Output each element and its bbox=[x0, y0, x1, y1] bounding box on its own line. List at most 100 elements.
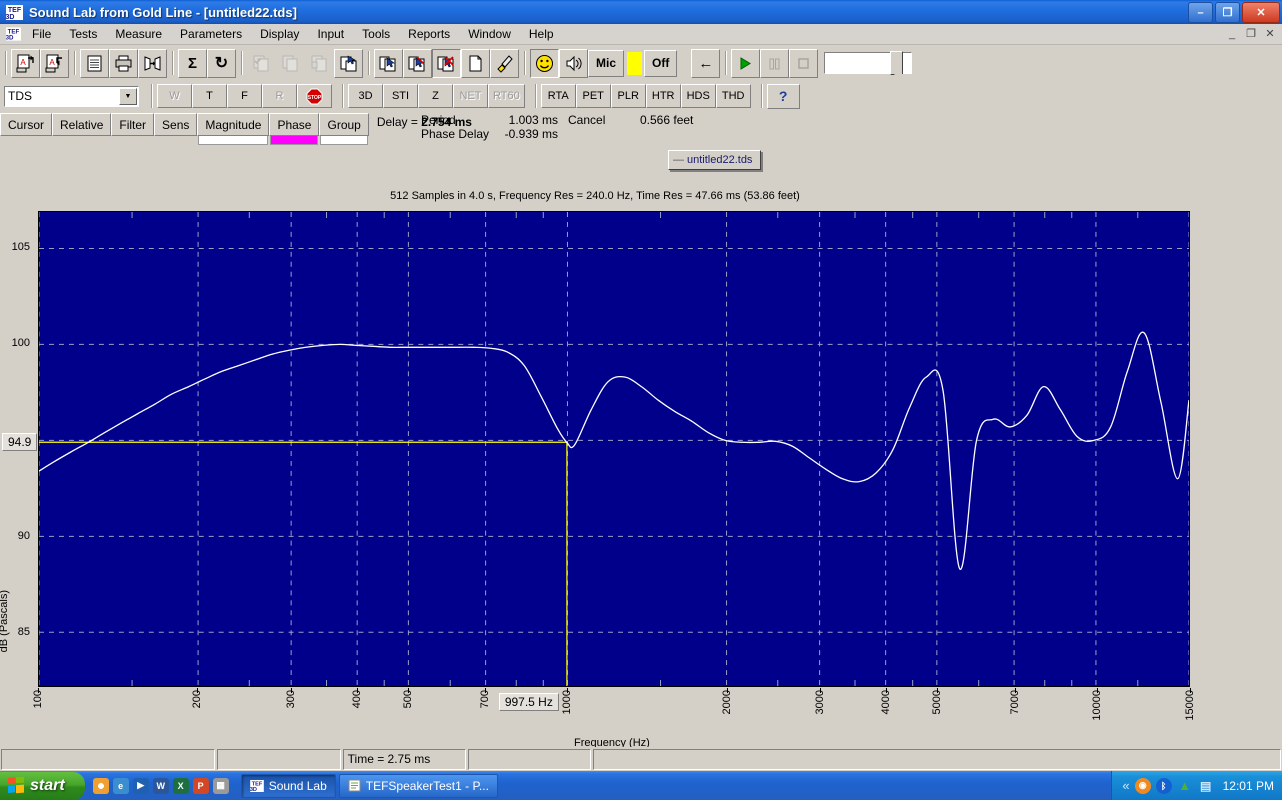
x-cursor-readout[interactable]: 997.5 Hz bbox=[498, 693, 559, 711]
status-panel-5 bbox=[593, 748, 1282, 770]
curve-add-icon[interactable] bbox=[374, 48, 403, 78]
paintbrush-icon[interactable] bbox=[490, 48, 519, 78]
back-arrow-icon[interactable]: ← bbox=[691, 48, 721, 78]
view-button-z[interactable]: Z bbox=[418, 84, 453, 108]
chrome-icon[interactable]: ● bbox=[92, 777, 109, 794]
mdi-app-icon[interactable]: TEF 3D bbox=[3, 26, 23, 42]
tray-expand-chevron-icon[interactable]: « bbox=[1122, 778, 1129, 793]
period-readout: Period Phase Delay bbox=[421, 113, 489, 141]
cursor-button[interactable]: Cursor bbox=[0, 113, 53, 136]
level-trackbar[interactable] bbox=[824, 51, 913, 80]
task-button-tefspeakertest1[interactable]: TEFSpeakerTest1 - P... bbox=[338, 773, 498, 798]
excel-icon[interactable]: X bbox=[172, 777, 189, 794]
analysis-button-pet[interactable]: PET bbox=[575, 84, 611, 108]
clock[interactable]: 12:01 PM bbox=[1223, 779, 1274, 793]
phase-delay-label: Phase Delay bbox=[421, 127, 490, 141]
x-tick-label: 10000 bbox=[1090, 690, 1103, 721]
check-copy-icon bbox=[247, 48, 276, 78]
speaker-icon[interactable] bbox=[559, 48, 588, 78]
phase-delay-value: -0.939 ms bbox=[504, 127, 558, 141]
menu-item-input[interactable]: Input bbox=[308, 25, 353, 43]
stop-sign-icon[interactable]: STOP bbox=[297, 84, 332, 108]
explorer-icon[interactable]: ▦ bbox=[212, 777, 229, 794]
group-button-label: Group bbox=[327, 117, 361, 132]
view-button-3d[interactable]: 3D bbox=[348, 84, 383, 108]
mdi-restore-button[interactable]: ❐ bbox=[1243, 26, 1259, 41]
menu-item-help[interactable]: Help bbox=[520, 25, 563, 43]
mdi-child-untitled22[interactable]: — untitled22.tds bbox=[668, 150, 761, 170]
trackbar-thumb[interactable] bbox=[890, 51, 905, 80]
select-copy-icon[interactable] bbox=[334, 48, 363, 78]
smiley-icon[interactable] bbox=[530, 48, 559, 78]
off-button[interactable]: Off bbox=[644, 49, 678, 77]
filter-button[interactable]: Filter bbox=[111, 113, 155, 136]
curve-remove-icon[interactable] bbox=[403, 48, 432, 78]
menu-item-display[interactable]: Display bbox=[251, 25, 308, 43]
mic-button[interactable]: Mic bbox=[588, 49, 625, 77]
task-button-sound-lab[interactable]: TEF 3D Sound Lab bbox=[240, 773, 336, 798]
help-button[interactable]: ? bbox=[766, 83, 800, 109]
window-minimize-button[interactable]: – bbox=[1188, 2, 1213, 23]
analysis-button-plr[interactable]: PLR bbox=[610, 84, 646, 108]
x-tick-mark bbox=[886, 688, 888, 693]
menu-item-tools[interactable]: Tools bbox=[353, 25, 399, 43]
system-tray: « ◉ ᛒ ▲ ▤ 12:01 PM bbox=[1111, 771, 1282, 800]
menu-item-tests[interactable]: Tests bbox=[60, 25, 106, 43]
phase-button[interactable]: Phase bbox=[269, 113, 320, 145]
report-icon[interactable] bbox=[80, 48, 109, 78]
open-file-icon[interactable]: A bbox=[11, 48, 40, 78]
sens-button[interactable]: Sens bbox=[154, 113, 198, 136]
network-disconnected-icon[interactable]: ▤ bbox=[1198, 778, 1214, 794]
mdi-child-title: untitled22.tds bbox=[687, 154, 753, 166]
relative-button[interactable]: Relative bbox=[52, 113, 112, 136]
compare-icon[interactable] bbox=[138, 48, 167, 78]
group-button[interactable]: Group bbox=[319, 113, 369, 145]
window-close-button[interactable]: ✕ bbox=[1242, 2, 1280, 23]
analysis-button-htr[interactable]: HTR bbox=[645, 84, 681, 108]
status-bar: Time = 2.75 ms bbox=[0, 747, 1282, 771]
view-button-sti[interactable]: STI bbox=[383, 84, 418, 108]
menu-item-window[interactable]: Window bbox=[459, 25, 520, 43]
analysis-button-hds[interactable]: HDS bbox=[680, 84, 716, 108]
new-page-icon[interactable] bbox=[461, 48, 490, 78]
period-value: 1.003 ms bbox=[508, 113, 558, 127]
media-player-icon[interactable]: ▶ bbox=[132, 777, 149, 794]
analysis-button-thd[interactable]: THD bbox=[715, 84, 751, 108]
start-button[interactable]: start bbox=[0, 771, 85, 800]
test-button-t[interactable]: T bbox=[192, 84, 227, 108]
x-tick-mark bbox=[1096, 688, 1098, 693]
sigma-icon[interactable]: Σ bbox=[178, 48, 207, 78]
chevron-down-icon[interactable]: ▼ bbox=[119, 87, 137, 105]
magnitude-button[interactable]: Magnitude bbox=[197, 113, 270, 145]
menu-item-parameters[interactable]: Parameters bbox=[171, 25, 251, 43]
internet-explorer-icon[interactable]: e bbox=[112, 777, 129, 794]
svg-text:STOP: STOP bbox=[308, 95, 322, 101]
curve-delete-icon[interactable] bbox=[432, 48, 461, 78]
print-icon[interactable] bbox=[109, 48, 138, 78]
test-button-f[interactable]: F bbox=[227, 84, 262, 108]
window-restore-button[interactable]: ❐ bbox=[1215, 2, 1240, 23]
refresh-icon[interactable]: ↻ bbox=[207, 48, 236, 78]
y-cursor-readout[interactable]: 94.9 bbox=[2, 433, 38, 452]
play-button[interactable] bbox=[731, 48, 761, 78]
menu-item-measure[interactable]: Measure bbox=[106, 25, 171, 43]
mode-combo[interactable]: TDS ▼ bbox=[4, 85, 139, 107]
refresh-glyph: ↻ bbox=[214, 55, 229, 72]
wireless-icon[interactable]: ▲ bbox=[1177, 778, 1193, 794]
x-tick-mark bbox=[819, 688, 821, 693]
bluetooth-icon[interactable]: ᛒ bbox=[1155, 777, 1172, 794]
mdi-minimize-button[interactable]: _ bbox=[1224, 26, 1240, 41]
menu-item-reports[interactable]: Reports bbox=[399, 25, 459, 43]
powerpoint-icon[interactable]: P bbox=[192, 777, 209, 794]
x-tick-mark bbox=[567, 688, 569, 693]
save-file-icon[interactable]: A bbox=[40, 48, 69, 78]
menu-item-file[interactable]: File bbox=[23, 25, 60, 43]
word-icon[interactable]: W bbox=[152, 777, 169, 794]
update-icon[interactable]: ◉ bbox=[1134, 777, 1151, 794]
frequency-response-chart[interactable] bbox=[38, 211, 1190, 687]
analysis-button-rta[interactable]: RTA bbox=[540, 84, 576, 108]
mdi-close-button[interactable]: ✕ bbox=[1262, 26, 1278, 41]
view-button-net: NET bbox=[453, 84, 488, 108]
view-button-group: 3D STI Z NET RT60 bbox=[348, 84, 525, 108]
analysis-button-group: RTA PET PLR HTR HDS THD bbox=[540, 84, 751, 108]
